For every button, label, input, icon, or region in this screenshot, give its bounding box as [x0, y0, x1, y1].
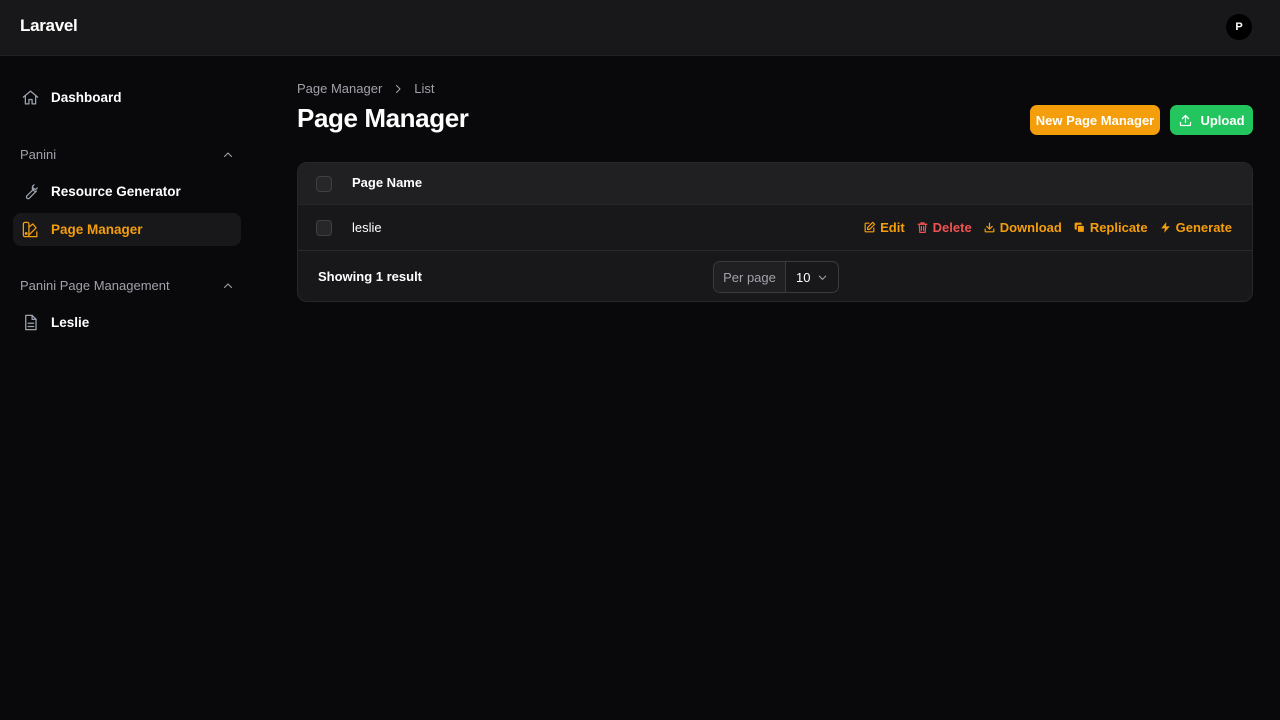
- chevron-up-icon[interactable]: [222, 280, 234, 292]
- brand-logo[interactable]: Laravel: [20, 16, 78, 36]
- download-action[interactable]: Download: [983, 220, 1062, 235]
- sidebar-group-panini[interactable]: Panini: [20, 147, 234, 162]
- sidebar-group-label: Panini Page Management: [20, 278, 170, 293]
- action-label: Edit: [880, 220, 905, 235]
- action-label: Generate: [1175, 220, 1232, 235]
- trash-icon: [917, 222, 928, 233]
- generate-action[interactable]: Generate: [1159, 220, 1232, 235]
- sidebar-item-label: Dashboard: [51, 90, 122, 105]
- user-avatar[interactable]: P: [1226, 14, 1252, 40]
- sidebar-item-label: Resource Generator: [51, 184, 181, 199]
- copy-icon: [1074, 222, 1085, 233]
- upload-icon: [1180, 114, 1192, 126]
- per-page-dropdown[interactable]: 10: [786, 262, 838, 292]
- table-header: Page Name: [298, 163, 1252, 205]
- top-navigation-bar: Laravel P: [0, 0, 1280, 56]
- edit-action[interactable]: Edit: [863, 220, 905, 235]
- per-page-label: Per page: [714, 262, 786, 292]
- select-all-checkbox[interactable]: [316, 176, 332, 192]
- sidebar: Dashboard Panini Resource Generator Page…: [0, 56, 256, 720]
- per-page-select[interactable]: Per page 10: [713, 261, 839, 293]
- table-footer: Showing 1 result Per page 10: [298, 251, 1252, 301]
- new-page-manager-button[interactable]: New Page Manager: [1030, 105, 1160, 135]
- edit-icon: [864, 221, 876, 233]
- column-header-page-name[interactable]: Page Name: [352, 175, 422, 190]
- swatch-icon: [22, 221, 38, 238]
- chevron-down-icon: [818, 275, 827, 280]
- breadcrumb-current: List: [414, 81, 435, 96]
- button-label: New Page Manager: [1035, 112, 1155, 128]
- results-count: Showing 1 result: [318, 269, 423, 284]
- page-title: Page Manager: [297, 103, 469, 133]
- sidebar-item-label: Page Manager: [51, 222, 143, 237]
- button-label: Upload: [1200, 112, 1245, 128]
- sidebar-item-dashboard[interactable]: Dashboard: [13, 81, 241, 114]
- download-icon: [984, 222, 995, 233]
- row-checkbox[interactable]: [316, 220, 332, 236]
- row-actions: Edit Delete Download Replicate Generate: [863, 220, 1232, 235]
- sidebar-item-label: Leslie: [51, 315, 90, 330]
- sidebar-item-leslie[interactable]: Leslie: [13, 306, 241, 339]
- wrench-icon: [25, 184, 38, 200]
- document-icon: [25, 314, 37, 331]
- sidebar-group-label: Panini: [20, 147, 57, 162]
- sidebar-group-panini-page-management[interactable]: Panini Page Management: [20, 278, 234, 293]
- action-label: Delete: [932, 220, 972, 235]
- per-page-value: 10: [796, 269, 811, 285]
- delete-action[interactable]: Delete: [916, 220, 972, 235]
- bolt-icon: [1160, 222, 1170, 233]
- upload-button[interactable]: Upload: [1170, 105, 1253, 135]
- home-icon: [22, 90, 39, 105]
- records-table: Page Name leslie Edit Delete Download Re…: [297, 162, 1253, 302]
- table-row: leslie Edit Delete Download Replicate Ge…: [298, 205, 1252, 251]
- chevron-right-icon: [396, 84, 401, 93]
- action-label: Download: [999, 220, 1062, 235]
- chevron-up-icon[interactable]: [222, 149, 234, 161]
- cell-page-name[interactable]: leslie: [352, 220, 382, 235]
- sidebar-item-resource-generator[interactable]: Resource Generator: [13, 175, 241, 208]
- action-label: Replicate: [1089, 220, 1148, 235]
- breadcrumb: Page Manager List: [297, 81, 435, 96]
- sidebar-item-page-manager[interactable]: Page Manager: [13, 213, 241, 246]
- replicate-action[interactable]: Replicate: [1073, 220, 1148, 235]
- breadcrumb-parent-link[interactable]: Page Manager: [297, 81, 382, 96]
